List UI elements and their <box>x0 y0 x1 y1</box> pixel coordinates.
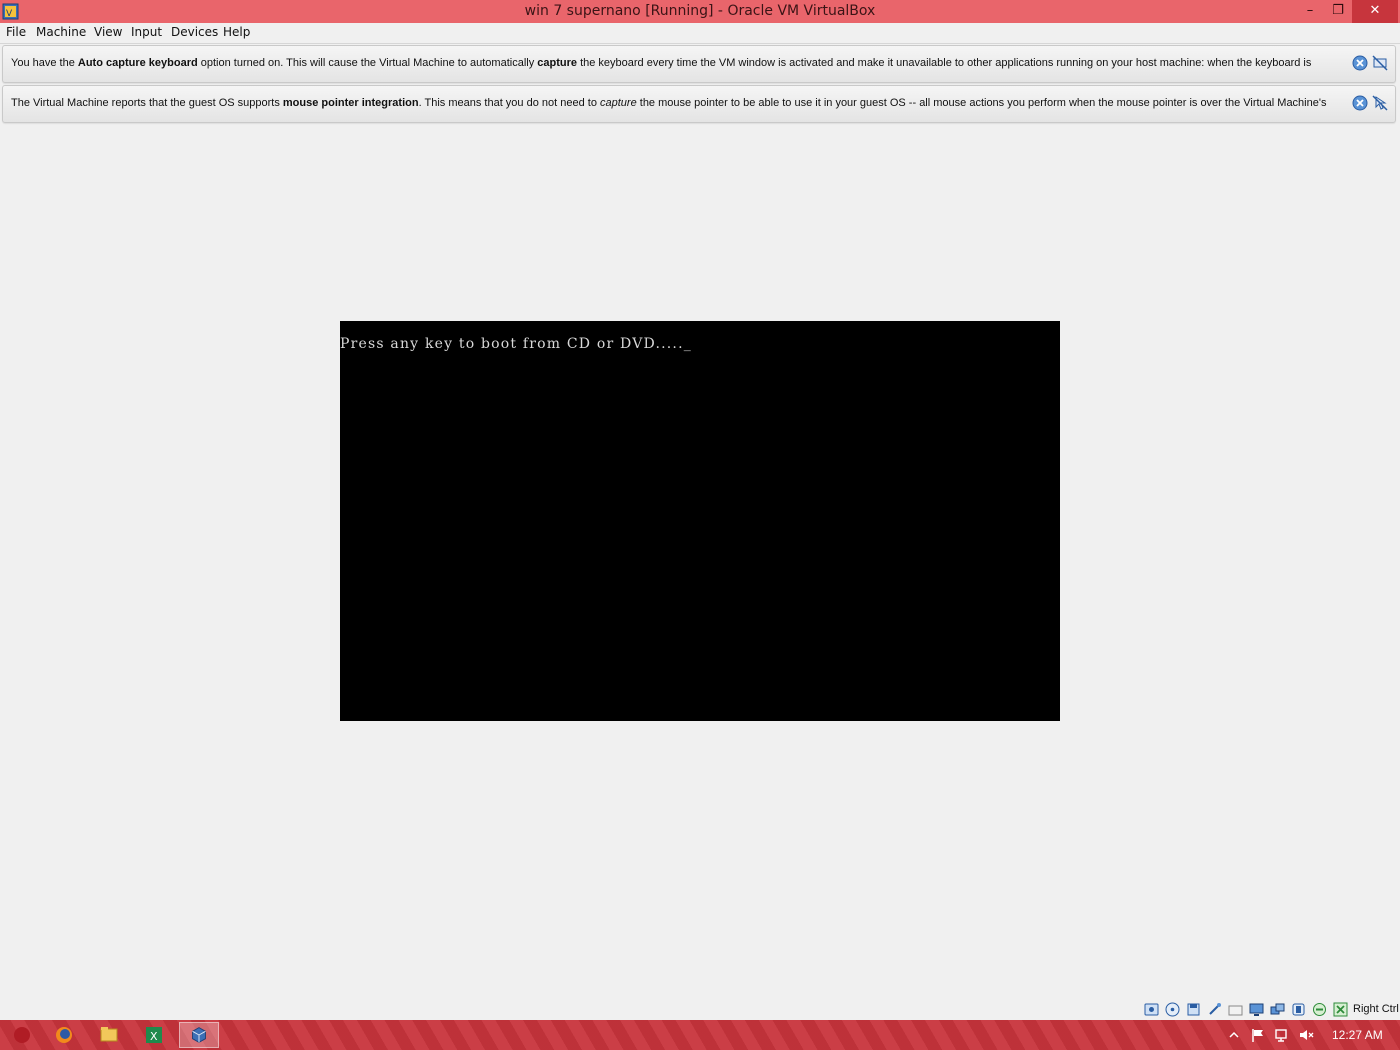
firefox-icon[interactable] <box>44 1022 84 1048</box>
shared-folders-icon[interactable] <box>1228 1002 1243 1017</box>
mouse-integration-icon[interactable] <box>1312 1002 1327 1017</box>
host-key-label: Right Ctrl <box>1353 1003 1399 1015</box>
hard-disk-icon[interactable] <box>1144 1002 1159 1017</box>
file-explorer-icon[interactable] <box>89 1022 129 1048</box>
optical-drive-icon[interactable] <box>1165 1002 1180 1017</box>
boot-prompt-text: Press any key to boot from CD or DVD....… <box>340 336 692 352</box>
start-icon[interactable] <box>2 1022 42 1048</box>
network-icon[interactable] <box>1270 1002 1285 1017</box>
minimize-button[interactable]: – <box>1296 0 1324 23</box>
show-hidden-icons-chevron[interactable] <box>1226 1027 1242 1043</box>
notice-message: The Virtual Machine reports that the gue… <box>11 97 1327 109</box>
virtualbox-icon[interactable] <box>179 1022 219 1048</box>
mouse-integration-notice: The Virtual Machine reports that the gue… <box>2 85 1396 123</box>
do-not-show-again-icon[interactable] <box>1372 95 1388 111</box>
close-popup-icon[interactable] <box>1352 55 1368 71</box>
status-bar: Right Ctrl <box>0 999 1400 1020</box>
auto-capture-keyboard-notice: You have the Auto capture keyboard optio… <box>2 45 1396 83</box>
notice-message: You have the Auto capture keyboard optio… <box>11 57 1312 69</box>
keyboard-capture-icon[interactable] <box>1333 1002 1348 1017</box>
svg-text:X: X <box>150 1030 158 1043</box>
vm-display[interactable]: Press any key to boot from CD or DVD....… <box>340 321 1060 721</box>
menu-help[interactable]: Help <box>223 25 250 39</box>
menu-bar: File Machine View Input Devices Help <box>0 23 1400 44</box>
action-center-flag-icon[interactable] <box>1250 1027 1266 1043</box>
usb-icon[interactable] <box>1207 1002 1222 1017</box>
title-bar[interactable]: V win 7 supernano [Running] - Oracle VM … <box>0 0 1400 23</box>
close-button[interactable]: ✕ <box>1352 0 1398 23</box>
menu-devices[interactable]: Devices <box>171 25 218 39</box>
display-icon[interactable] <box>1249 1002 1264 1017</box>
taskbar: X 12:27 AM <box>0 1020 1400 1050</box>
menu-view[interactable]: View <box>94 25 122 39</box>
volume-muted-icon[interactable] <box>1298 1027 1314 1043</box>
menu-input[interactable]: Input <box>131 25 162 39</box>
network-icon[interactable] <box>1274 1027 1290 1043</box>
floppy-icon[interactable] <box>1186 1002 1201 1017</box>
do-not-show-again-icon[interactable] <box>1372 55 1388 71</box>
close-popup-icon[interactable] <box>1352 95 1368 111</box>
window-title: win 7 supernano [Running] - Oracle VM Vi… <box>524 3 876 19</box>
restore-button[interactable]: ❐ <box>1324 0 1352 23</box>
excel-icon[interactable]: X <box>134 1022 174 1048</box>
recording-icon[interactable] <box>1291 1002 1306 1017</box>
clock[interactable]: 12:27 AM <box>1332 1028 1383 1042</box>
menu-file[interactable]: File <box>6 25 26 39</box>
menu-machine[interactable]: Machine <box>36 25 86 39</box>
